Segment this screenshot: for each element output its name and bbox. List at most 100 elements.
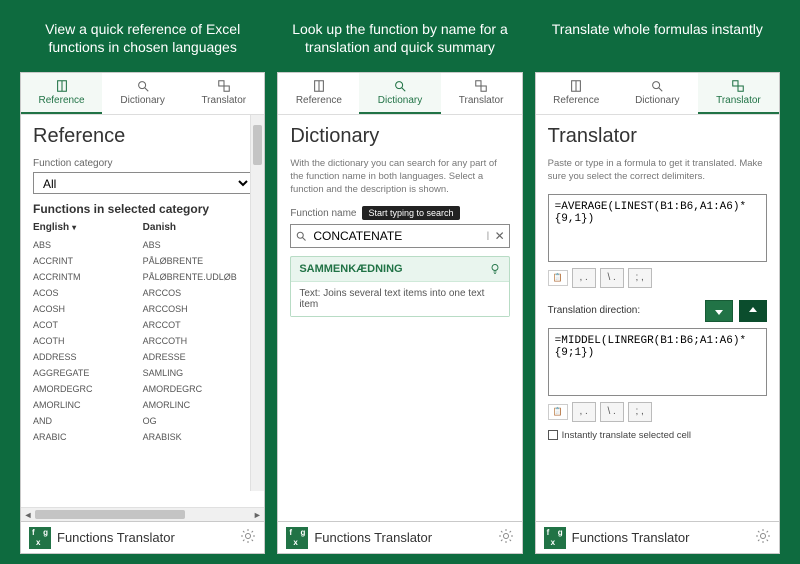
result-desc: Text: Joins several text items into one … bbox=[291, 282, 508, 316]
tab-dictionary[interactable]: Dictionary bbox=[102, 73, 183, 114]
dictionary-desc: With the dictionary you can search for a… bbox=[290, 158, 509, 196]
app-logo: f g x bbox=[29, 527, 51, 549]
table-row[interactable]: ACOTHARCCOTH bbox=[33, 333, 252, 349]
search-result[interactable]: SAMMENKÆDNING Text: Joins several text i… bbox=[290, 256, 509, 317]
fn-label: Function name bbox=[290, 208, 356, 219]
translate-icon bbox=[217, 79, 231, 93]
table-row[interactable]: ACCRINTMPÅLØBRENTE.UDLØB bbox=[33, 269, 252, 285]
table-row[interactable]: AGGREGATESAMLING bbox=[33, 365, 252, 381]
cell-target: OG bbox=[143, 416, 253, 426]
page-title: Translator bbox=[548, 125, 767, 148]
gear-icon[interactable] bbox=[755, 528, 771, 547]
cell-source: ARABIC bbox=[33, 432, 143, 442]
panel-translator: Reference Dictionary Translator Translat… bbox=[535, 72, 780, 522]
search-input[interactable] bbox=[311, 227, 481, 245]
cell-target: AMORDEGRC bbox=[143, 384, 253, 394]
table-row[interactable]: ARABICARABISK bbox=[33, 429, 252, 445]
scroll-left-icon[interactable]: ◄ bbox=[21, 510, 35, 520]
table-row[interactable]: AMORDEGRCAMORDEGRC bbox=[33, 381, 252, 397]
table-row[interactable]: ACOTARCCOT bbox=[33, 317, 252, 333]
cell-source: ACCRINT bbox=[33, 256, 143, 266]
tab-label: Dictionary bbox=[635, 95, 679, 106]
search-input-wrap[interactable]: | ✕ bbox=[290, 224, 509, 248]
caption-reference: View a quick reference of Excel function… bbox=[20, 20, 265, 58]
app-logo: fgx bbox=[286, 527, 308, 549]
horizontal-scrollbar[interactable]: ◄ ► bbox=[21, 507, 264, 521]
tab-label: Reference bbox=[296, 95, 342, 106]
delim-c[interactable]: ; , bbox=[628, 402, 652, 422]
tab-translator[interactable]: Translator bbox=[183, 73, 264, 114]
cell-target: PÅLØBRENTE.UDLØB bbox=[143, 272, 253, 282]
gear-icon[interactable] bbox=[240, 528, 256, 547]
delim-b[interactable]: \ . bbox=[600, 402, 624, 422]
tab-translator[interactable]: Translator bbox=[441, 73, 522, 114]
col-header-source[interactable]: English▾ bbox=[33, 222, 143, 233]
vertical-scrollbar[interactable] bbox=[250, 115, 264, 491]
cell-source: ADDRESS bbox=[33, 352, 143, 362]
cell-source: ACOSH bbox=[33, 304, 143, 314]
table-row[interactable]: ACOSARCCOS bbox=[33, 285, 252, 301]
delim-a[interactable]: , . bbox=[572, 402, 596, 422]
formula-output[interactable]: =MIDDEL(LINREGR(B1:B6;A1:A6)*{9;1}) bbox=[548, 328, 767, 396]
direction-up-button[interactable] bbox=[739, 300, 767, 322]
tab-label: Dictionary bbox=[378, 95, 422, 106]
scroll-thumb-x[interactable] bbox=[35, 510, 185, 519]
tabs: Reference Dictionary Translator bbox=[536, 73, 779, 115]
tab-reference[interactable]: Reference bbox=[278, 73, 359, 114]
cell-target: ARCCOT bbox=[143, 320, 253, 330]
page-title: Reference bbox=[33, 125, 252, 148]
caption-translator: Translate whole formulas instantly bbox=[535, 20, 780, 58]
pane-reference: View a quick reference of Excel function… bbox=[20, 20, 265, 554]
subhead: Functions in selected category bbox=[33, 202, 252, 216]
table-row[interactable]: AMORLINCAMORLINC bbox=[33, 397, 252, 413]
table-row[interactable]: ACCRINTPÅLØBRENTE bbox=[33, 253, 252, 269]
delim-c[interactable]: ; , bbox=[628, 268, 652, 288]
tabs: Reference Dictionary Translator bbox=[21, 73, 264, 115]
formula-input[interactable]: =AVERAGE(LINEST(B1:B6,A1:A6)*{9,1}) bbox=[548, 194, 767, 262]
tab-label: Dictionary bbox=[120, 95, 164, 106]
table-row[interactable]: ACOSHARCCOSH bbox=[33, 301, 252, 317]
instant-checkbox-row[interactable]: Instantly translate selected cell bbox=[548, 430, 767, 441]
gear-icon[interactable] bbox=[498, 528, 514, 547]
search-tooltip: Start typing to search bbox=[362, 206, 459, 220]
table-row[interactable]: ABSABS bbox=[33, 237, 252, 253]
paste-icon[interactable]: 📋 bbox=[548, 270, 568, 286]
tab-label: Translator bbox=[716, 95, 761, 106]
search-icon bbox=[295, 230, 307, 242]
cell-source: AND bbox=[33, 416, 143, 426]
checkbox-icon[interactable] bbox=[548, 430, 558, 440]
delim-a[interactable]: , . bbox=[572, 268, 596, 288]
book-icon bbox=[569, 79, 583, 93]
footer: fgx Functions Translator bbox=[277, 522, 522, 554]
tab-reference[interactable]: Reference bbox=[21, 73, 102, 114]
cell-target: ARCCOSH bbox=[143, 304, 253, 314]
col-header-target[interactable]: Danish bbox=[143, 222, 253, 233]
translator-desc: Paste or type in a formula to get it tra… bbox=[548, 158, 767, 184]
cell-target: ARCCOS bbox=[143, 288, 253, 298]
tab-reference[interactable]: Reference bbox=[536, 73, 617, 114]
instant-label: Instantly translate selected cell bbox=[562, 430, 691, 441]
search-icon bbox=[136, 79, 150, 93]
delim-b[interactable]: \ . bbox=[600, 268, 624, 288]
clear-icon[interactable]: ✕ bbox=[495, 229, 505, 243]
scroll-thumb[interactable] bbox=[253, 125, 262, 165]
tab-dictionary[interactable]: Dictionary bbox=[617, 73, 698, 114]
direction-down-button[interactable] bbox=[705, 300, 733, 322]
cell-source: ABS bbox=[33, 240, 143, 250]
tab-dictionary[interactable]: Dictionary bbox=[359, 73, 440, 114]
pane-translator: Translate whole formulas instantly Refer… bbox=[535, 20, 780, 554]
cell-source: ACOT bbox=[33, 320, 143, 330]
scroll-right-icon[interactable]: ► bbox=[250, 510, 264, 520]
book-icon bbox=[55, 79, 69, 93]
table-row[interactable]: ANDOG bbox=[33, 413, 252, 429]
table-row[interactable]: ADDRESSADRESSE bbox=[33, 349, 252, 365]
tab-translator[interactable]: Translator bbox=[698, 73, 779, 114]
arrow-down-icon bbox=[714, 306, 724, 316]
cell-source: AGGREGATE bbox=[33, 368, 143, 378]
category-select[interactable]: All bbox=[33, 172, 252, 194]
translate-icon bbox=[474, 79, 488, 93]
cell-target: ARABISK bbox=[143, 432, 253, 442]
caption-dictionary: Look up the function by name for a trans… bbox=[277, 20, 522, 58]
cell-source: ACOTH bbox=[33, 336, 143, 346]
paste-icon[interactable]: 📋 bbox=[548, 404, 568, 420]
